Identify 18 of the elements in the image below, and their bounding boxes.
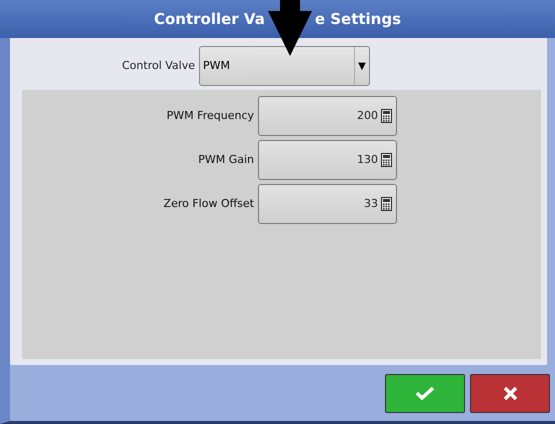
calculator-icon	[381, 153, 392, 167]
control-valve-dropdown[interactable]: PWM ▼	[199, 46, 370, 86]
number-field[interactable]: 200	[258, 96, 397, 136]
calculator-icon	[381, 197, 392, 211]
accept-button[interactable]	[385, 374, 465, 412]
number-field[interactable]: 33	[258, 184, 397, 224]
cancel-button[interactable]	[470, 374, 550, 412]
window-title: Controller Va	[154, 8, 265, 30]
checkmark-icon	[416, 386, 434, 400]
number-field[interactable]: 130	[258, 140, 397, 180]
calculator-icon	[381, 109, 392, 123]
field-label: PWM Gain	[197, 152, 255, 168]
field-label: Zero Flow Offset	[162, 196, 255, 212]
field-label: PWM Frequency	[166, 108, 255, 124]
window-title: e Settings	[314, 8, 402, 30]
pointer-arrow	[268, 0, 312, 56]
close-icon	[502, 386, 518, 400]
field-label: Control Valve	[122, 58, 196, 74]
